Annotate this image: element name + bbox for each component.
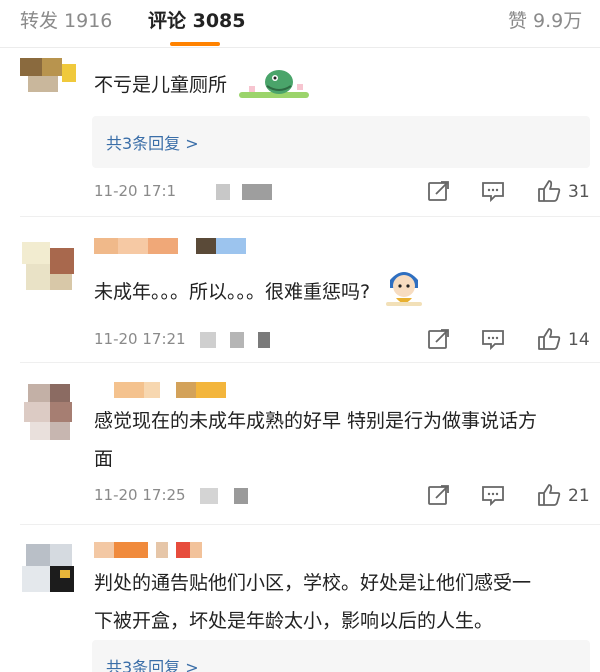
comment-text: 未成年。。。所以。。。很难重惩吗?: [94, 281, 371, 303]
comment-text: 不亏是儿童厕所: [94, 74, 228, 96]
share-icon[interactable]: [426, 178, 452, 204]
comment-icon[interactable]: [480, 326, 506, 352]
thumbs-up-icon[interactable]: [536, 326, 562, 352]
comment-meta: 11-20 17:25 21: [94, 482, 594, 512]
comment-text-line: 面: [94, 448, 114, 470]
like-count: 14: [568, 330, 590, 350]
comment-text-line: 判处的通告贴他们小区，学校。好处是让他们感受一: [94, 572, 532, 594]
comment-time: 11-20 17:25: [94, 486, 186, 504]
avatar[interactable]: [20, 54, 82, 116]
replies-label: 共3条回复 >: [106, 658, 199, 672]
divider: [20, 362, 600, 363]
tab-repost[interactable]: 转发 1916: [20, 6, 112, 33]
comment-icon[interactable]: [480, 482, 506, 508]
comment-time: 11-20 17:1: [94, 182, 177, 200]
comment-text-line: 感觉现在的未成年成熟的好早 特别是行为做事说话方: [94, 410, 538, 432]
avatar[interactable]: [20, 382, 82, 444]
thumbs-up-icon[interactable]: [536, 482, 562, 508]
comment-meta: 11-20 17:21 14: [94, 326, 594, 356]
like-count: 21: [568, 486, 590, 506]
view-replies-button[interactable]: 共3条回复 >: [92, 116, 590, 168]
dinosaur-sticker-icon: [239, 58, 310, 113]
avatar[interactable]: [20, 238, 82, 300]
tab-like[interactable]: 赞 9.9万: [508, 6, 582, 33]
comment-icon[interactable]: [480, 178, 506, 204]
comment-text-line: 下被开盒，坏处是年龄太小，影响以后的人生。: [94, 610, 494, 632]
avatar[interactable]: [20, 540, 82, 602]
share-icon[interactable]: [426, 326, 452, 352]
share-icon[interactable]: [426, 482, 452, 508]
divider: [20, 216, 600, 217]
tab-comment[interactable]: 评论 3085: [148, 6, 246, 33]
comment-meta: 11-20 17:1 31: [94, 178, 594, 208]
girl-sticker-icon: [382, 264, 426, 321]
like-count: 31: [568, 182, 590, 202]
active-tab-indicator: [170, 42, 220, 46]
view-replies-button[interactable]: 共3条回复 >: [92, 640, 590, 672]
comment-time: 11-20 17:21: [94, 330, 186, 348]
replies-label: 共3条回复 >: [106, 134, 199, 153]
thumbs-up-icon[interactable]: [536, 178, 562, 204]
divider: [20, 524, 600, 525]
comment-tabs: 转发 1916 评论 3085 赞 9.9万: [0, 0, 600, 48]
